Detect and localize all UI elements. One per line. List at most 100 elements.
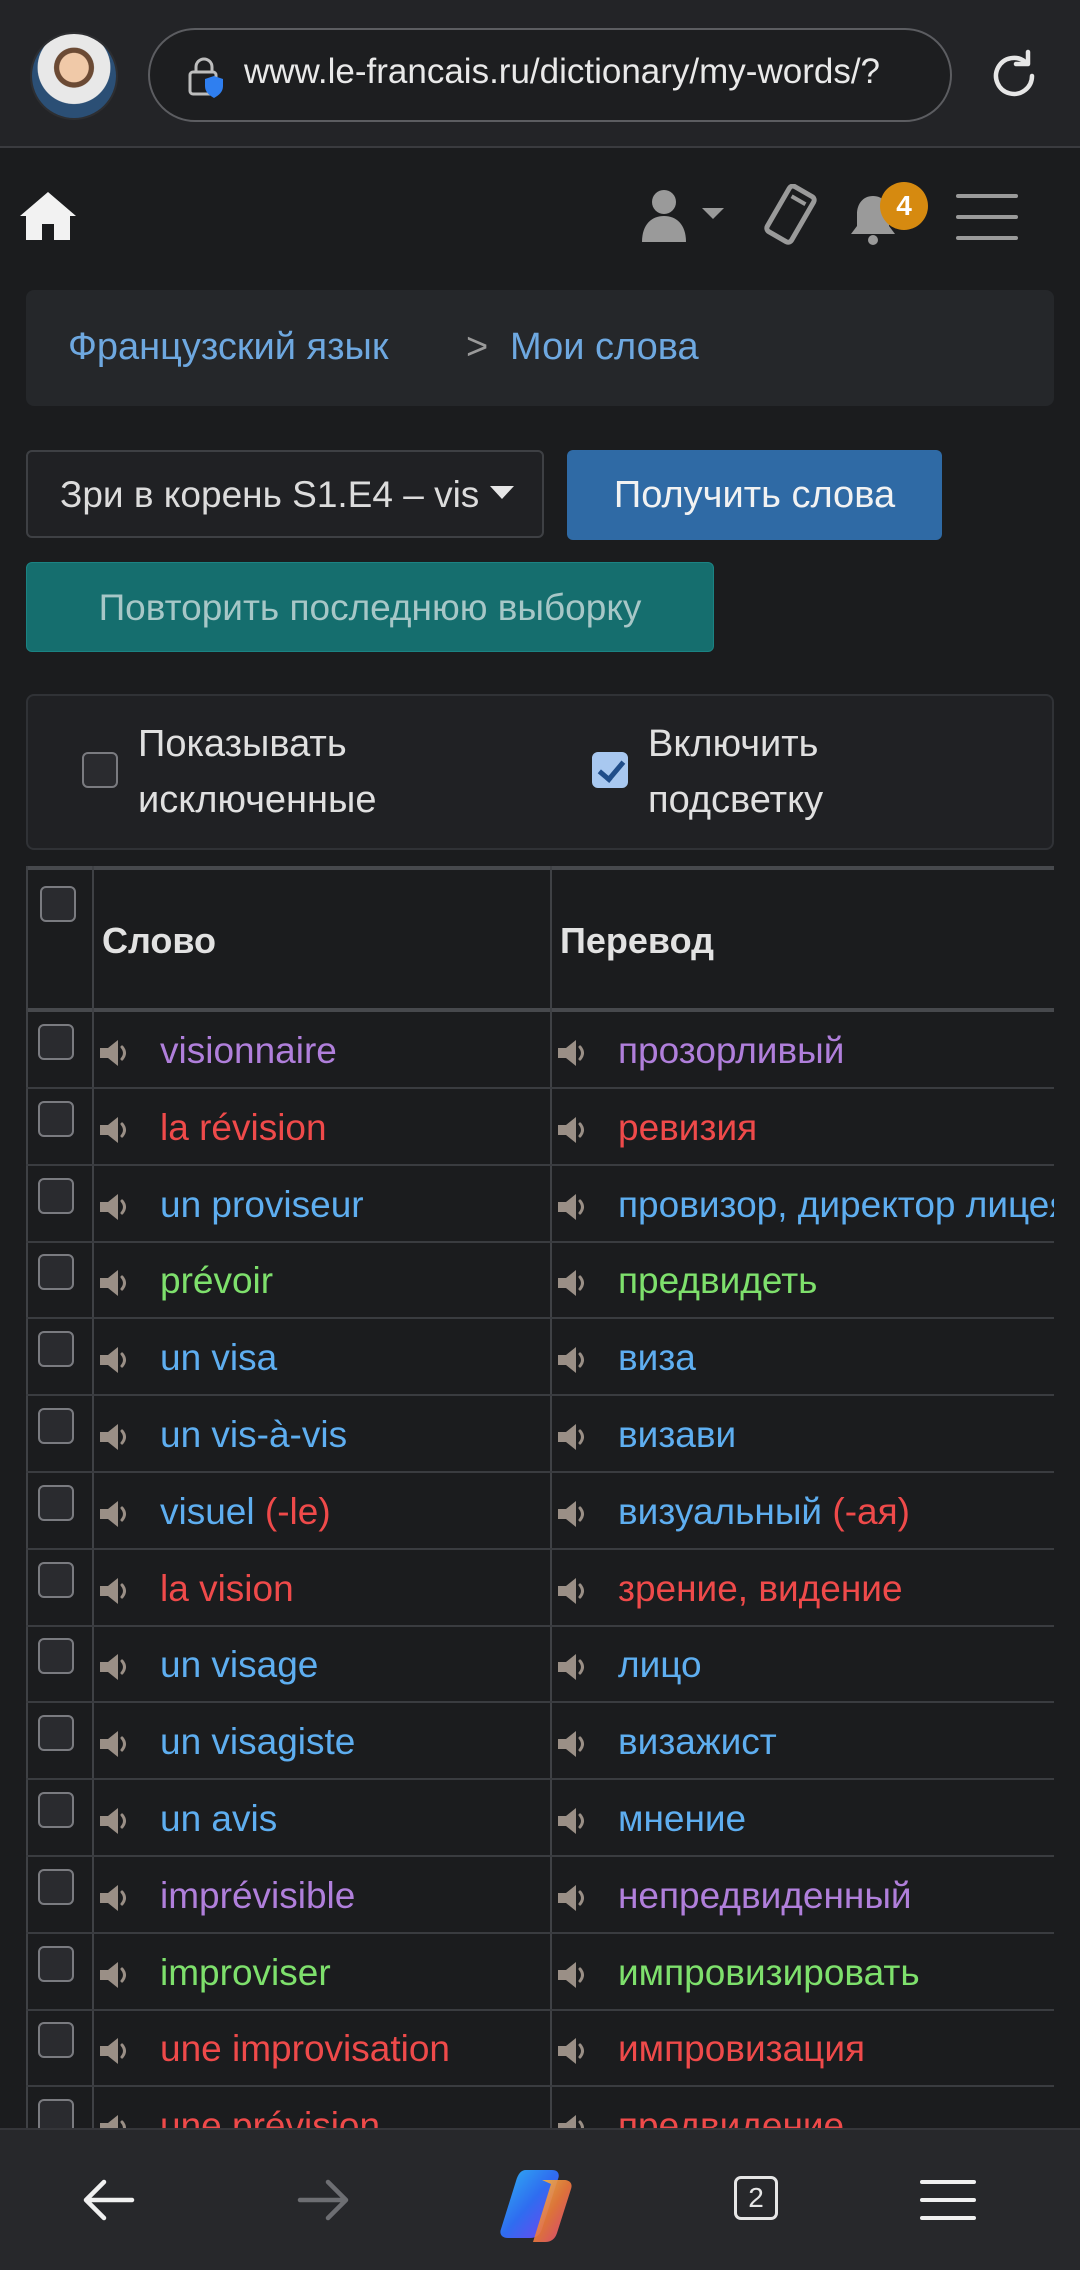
chevron-down-icon — [490, 486, 514, 499]
back-arrow-icon[interactable] — [80, 2176, 136, 2224]
header-word[interactable]: Слово — [102, 920, 216, 962]
copilot-icon[interactable] — [496, 2166, 582, 2242]
speaker-icon[interactable] — [556, 1499, 590, 1529]
speaker-icon[interactable] — [556, 1960, 590, 1990]
table-row[interactable]: un avis мнение — [26, 1780, 1054, 1857]
speaker-icon[interactable] — [98, 2113, 132, 2128]
row-checkbox[interactable] — [38, 1792, 74, 1828]
table-row[interactable]: prévoir предвидеть — [26, 1242, 1054, 1320]
word-main: un avis — [160, 1798, 278, 1839]
enable-highlight-checkbox[interactable] — [592, 752, 628, 788]
speaker-icon[interactable] — [556, 1883, 590, 1913]
speaker-icon[interactable] — [98, 1883, 132, 1913]
row-checkbox[interactable] — [38, 1408, 74, 1444]
repeat-last-selection-button[interactable]: Повторить последнюю выборку — [26, 562, 714, 652]
row-checkbox[interactable] — [38, 1868, 74, 1905]
home-icon[interactable] — [18, 188, 78, 244]
table-row[interactable]: la révision ревизия — [26, 1089, 1054, 1166]
table-row[interactable]: une improvisation импровизация — [26, 2010, 1054, 2088]
breadcrumb-my-words[interactable]: Мои слова — [510, 326, 699, 369]
select-all-checkbox[interactable] — [40, 886, 76, 922]
url-text[interactable]: www.le-francais.ru/dictionary/my-words/? — [244, 52, 934, 92]
row-checkbox[interactable] — [38, 1945, 74, 1982]
table-row[interactable]: improviser импровизировать — [26, 1934, 1054, 2011]
translation-main: визави — [618, 1414, 737, 1455]
speaker-icon[interactable] — [556, 1576, 590, 1606]
table-row[interactable]: visionnaire прозорливый — [26, 1012, 1054, 1089]
row-checkbox[interactable] — [38, 2099, 74, 2128]
header-translation[interactable]: Перевод — [560, 920, 714, 962]
user-menu-icon[interactable] — [640, 186, 730, 246]
word-text: visionnaire — [160, 1030, 337, 1072]
speaker-icon[interactable] — [556, 1729, 590, 1759]
table-row[interactable]: un visa виза — [26, 1319, 1054, 1397]
table-row[interactable]: un proviseur провизор, директор лицея — [26, 1166, 1054, 1243]
speaker-icon[interactable] — [556, 1652, 590, 1682]
breadcrumb-french-language[interactable]: Французский язык — [68, 326, 388, 369]
lesson-select[interactable]: Зри в корень S1.E4 – visionnaire — [26, 450, 544, 538]
row-checkbox[interactable] — [38, 1484, 74, 1521]
translation-main: виза — [618, 1337, 696, 1379]
flashcards-icon[interactable] — [762, 184, 818, 246]
speaker-icon[interactable] — [98, 1345, 132, 1375]
speaker-icon[interactable] — [98, 1115, 132, 1145]
table-row[interactable]: imprévisible непредвиденный — [26, 1857, 1054, 1934]
table-row[interactable]: un visage лицо — [26, 1626, 1054, 1704]
word-text: une prévision — [160, 2105, 380, 2128]
notification-count-badge[interactable]: 4 — [880, 182, 928, 230]
speaker-icon[interactable] — [98, 1960, 132, 1990]
translation-main: предвидеть — [618, 1260, 818, 1302]
speaker-icon[interactable] — [98, 2036, 132, 2066]
speaker-icon[interactable] — [98, 1499, 132, 1529]
row-checkbox[interactable] — [38, 2022, 74, 2059]
enable-highlight-label[interactable]: Включить подсветку — [648, 716, 968, 828]
forward-arrow-icon[interactable] — [296, 2176, 352, 2224]
hamburger-menu-icon[interactable] — [956, 192, 1018, 242]
translation-text: визажист — [618, 1721, 777, 1763]
reload-icon[interactable] — [984, 46, 1044, 106]
row-checkbox[interactable] — [38, 1024, 74, 1060]
speaker-icon[interactable] — [98, 1038, 132, 1068]
row-checkbox[interactable] — [38, 1100, 74, 1137]
site-security-icon[interactable] — [186, 56, 226, 100]
speaker-icon[interactable] — [556, 1115, 590, 1145]
speaker-icon[interactable] — [98, 1192, 132, 1222]
speaker-icon[interactable] — [98, 1806, 132, 1836]
speaker-icon[interactable] — [556, 1038, 590, 1068]
speaker-icon[interactable] — [98, 1576, 132, 1606]
translation-text: непредвиденный — [618, 1875, 912, 1917]
browser-menu-icon[interactable] — [920, 2178, 976, 2222]
speaker-icon[interactable] — [98, 1422, 132, 1452]
row-checkbox[interactable] — [38, 1254, 74, 1291]
table-row[interactable]: visuel (-le) визуальный (-ая) — [26, 1473, 1054, 1550]
speaker-icon[interactable] — [556, 2113, 590, 2128]
tabs-count-button[interactable]: 2 — [734, 2176, 778, 2220]
get-words-button[interactable]: Получить слова — [567, 450, 942, 540]
address-bar[interactable]: www.le-francais.ru/dictionary/my-words/? — [148, 28, 952, 122]
table-row[interactable]: un vis-à-vis визави — [26, 1396, 1054, 1473]
speaker-icon[interactable] — [98, 1268, 132, 1298]
speaker-icon[interactable] — [556, 1345, 590, 1375]
translation-text: провизор, директор лицея — [618, 1184, 1054, 1226]
translation-main: лицо — [618, 1644, 702, 1686]
speaker-icon[interactable] — [98, 1729, 132, 1759]
speaker-icon[interactable] — [556, 2036, 590, 2066]
show-excluded-checkbox[interactable] — [82, 752, 118, 788]
speaker-icon[interactable] — [556, 1806, 590, 1836]
speaker-icon[interactable] — [556, 1192, 590, 1222]
translation-main: мнение — [618, 1798, 747, 1839]
speaker-icon[interactable] — [556, 1268, 590, 1298]
row-checkbox[interactable] — [38, 1715, 74, 1752]
table-row[interactable]: la vision зрение, видение — [26, 1550, 1054, 1627]
table-row[interactable]: une prévision предвидение — [26, 2087, 1054, 2128]
speaker-icon[interactable] — [98, 1652, 132, 1682]
profile-avatar[interactable] — [32, 34, 116, 118]
translation-main: зрение, видение — [618, 1567, 903, 1609]
row-checkbox[interactable] — [38, 1638, 74, 1675]
row-checkbox[interactable] — [38, 1561, 74, 1598]
speaker-icon[interactable] — [556, 1422, 590, 1452]
table-row[interactable]: un visagiste визажист — [26, 1703, 1054, 1781]
show-excluded-label[interactable]: Показывать исключенные — [138, 716, 458, 828]
row-checkbox[interactable] — [38, 1177, 74, 1214]
row-checkbox[interactable] — [38, 1331, 74, 1368]
